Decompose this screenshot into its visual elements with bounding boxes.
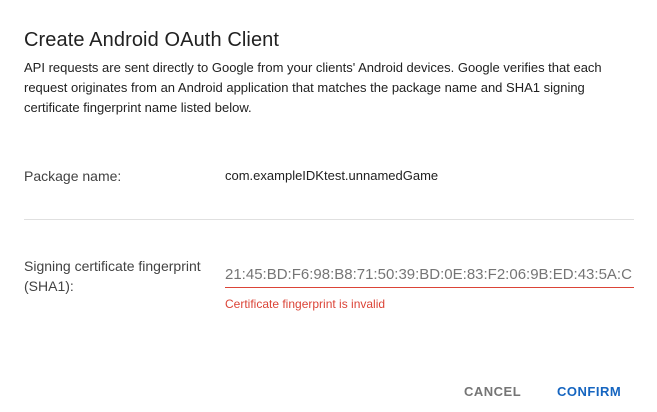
fingerprint-label: Signing certificate fingerprint (SHA1): [24,258,201,294]
cancel-button[interactable]: CANCEL [464,382,521,402]
package-name-value: com.exampleIDKtest.unnamedGame [225,168,439,183]
package-name-label: Package name: [24,168,122,184]
oauth-client-dialog: Create Android OAuth Client API requests… [0,0,657,412]
dialog-title: Create Android OAuth Client [24,29,280,51]
section-divider [24,219,634,220]
fingerprint-input[interactable] [225,262,634,288]
confirm-button[interactable]: CONFIRM [557,382,621,402]
dialog-description: API requests are sent directly to Google… [24,60,602,115]
fingerprint-error-message: Certificate fingerprint is invalid [225,297,386,311]
